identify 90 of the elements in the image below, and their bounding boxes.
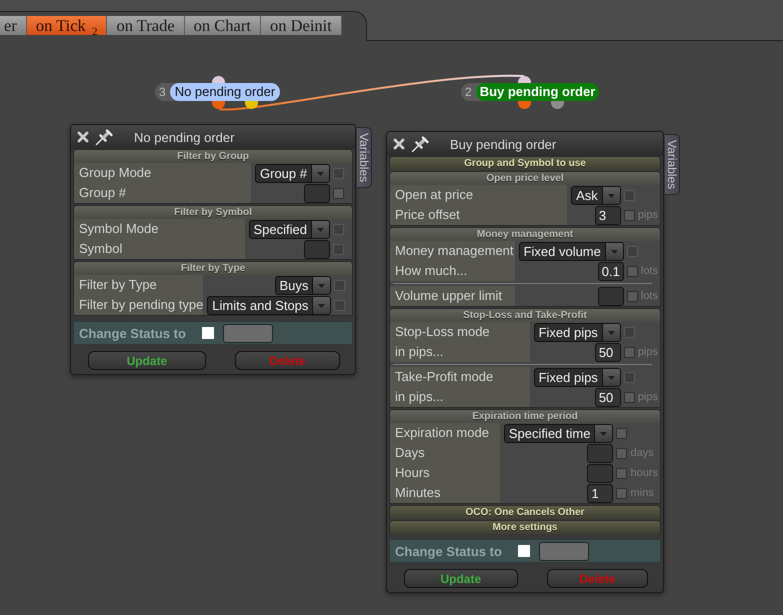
checkbox[interactable] [624, 346, 635, 358]
field-label: Minutes [390, 483, 500, 503]
dropdown[interactable]: Fixed pips [534, 368, 621, 386]
field-label: How much... [390, 261, 515, 281]
section-header[interactable]: Filter by Type [74, 262, 352, 275]
field-label: Hours [390, 463, 500, 483]
side-tab[interactable]: Variables [357, 127, 372, 188]
field-label: Volume upper limit [390, 286, 515, 306]
panel-title: No pending order [134, 130, 234, 144]
field-label: Symbol [74, 239, 245, 259]
dropdown[interactable]: Group # [255, 164, 330, 182]
checkbox[interactable] [624, 210, 635, 220]
field-label: Filter by pending type [74, 295, 204, 315]
panel-title: Buy pending order [450, 136, 556, 152]
tab[interactable]: on Chart [184, 16, 261, 35]
input-field[interactable] [304, 184, 330, 202]
section-header[interactable]: Expiration time period [390, 410, 660, 423]
input-field[interactable] [304, 240, 330, 258]
dropdown[interactable]: Ask [571, 186, 621, 204]
field-label: Group # [74, 183, 252, 203]
dropdown[interactable]: Specified [248, 220, 330, 238]
dropdown[interactable]: Limits and Stops [207, 296, 332, 314]
field-label: Price offset [390, 205, 568, 225]
caret-icon [602, 368, 620, 386]
caret-icon [311, 164, 329, 182]
section-header[interactable]: Filter by Group [74, 150, 352, 163]
caret-icon [602, 324, 620, 340]
field-label: Expiration mode [390, 423, 500, 443]
caret-icon [311, 220, 329, 238]
pin-icon[interactable] [95, 129, 113, 145]
input-field[interactable]: 3 [594, 206, 621, 224]
section-header[interactable]: Stop-Loss and Take-Profit [390, 309, 660, 322]
status-field[interactable] [538, 542, 589, 560]
field-label: Days [390, 443, 500, 463]
node-block[interactable]: Buy pending order [476, 83, 600, 101]
dropdown[interactable]: Specified time [504, 424, 614, 442]
checkbox[interactable] [333, 188, 344, 198]
field-label: Money management [390, 241, 515, 261]
side-tab[interactable]: Variables [665, 134, 680, 195]
field-label: in pips... [390, 387, 530, 407]
field-label: Symbol Mode [74, 219, 245, 239]
status-checkbox[interactable] [202, 327, 214, 339]
input-field[interactable] [587, 464, 614, 482]
caret-icon [604, 242, 623, 260]
checkbox[interactable] [626, 266, 638, 276]
field-label: Stop-Loss mode [390, 322, 530, 342]
caret-icon [602, 186, 620, 204]
status-label: Change Status to [395, 544, 502, 558]
update-button[interactable]: Update [404, 569, 518, 588]
section-header[interactable]: OCO: One Cancels Other [390, 506, 660, 519]
checkbox[interactable] [626, 290, 638, 302]
checkbox[interactable] [616, 468, 628, 478]
caret-icon [312, 296, 330, 314]
status-label: Change Status to [79, 326, 186, 340]
field-label: Group Mode [74, 163, 252, 183]
checkbox[interactable] [616, 488, 628, 498]
pin-icon[interactable] [411, 136, 429, 152]
section-header[interactable]: More settings [390, 521, 660, 534]
tab[interactable]: on Deinit [260, 16, 342, 35]
tab[interactable]: on Trade [107, 16, 185, 35]
input-field[interactable]: 50 [594, 388, 621, 406]
dropdown[interactable]: Buys [274, 276, 332, 294]
checkbox[interactable] [616, 428, 628, 438]
caret-icon [312, 276, 330, 294]
field-label: Open at price [390, 185, 568, 205]
caret-icon [594, 424, 612, 442]
tab[interactable]: er [0, 16, 27, 35]
section-header[interactable]: Open price level [390, 172, 660, 185]
close-icon[interactable] [77, 131, 89, 143]
section-header[interactable]: Filter by Symbol [74, 206, 352, 219]
input-field[interactable] [598, 286, 624, 306]
input-field[interactable] [587, 444, 614, 462]
node-block[interactable]: No pending order [170, 83, 280, 101]
update-button[interactable]: Update [88, 351, 206, 370]
status-checkbox[interactable] [518, 545, 530, 557]
status-field[interactable] [222, 324, 273, 342]
section-header[interactable]: Money management [390, 228, 660, 241]
field-label: in pips... [390, 342, 530, 362]
input-field[interactable]: 1 [587, 484, 614, 502]
tab[interactable]: on Tick $_{2}$ [26, 16, 108, 35]
checkbox[interactable] [624, 392, 635, 402]
input-field[interactable]: 0.1 [598, 262, 624, 280]
section-header[interactable]: Group and Symbol to use [390, 157, 660, 170]
field-label: Take-Profit mode [390, 367, 530, 387]
dropdown[interactable]: Fixed pips [534, 322, 621, 342]
input-field[interactable]: 50 [594, 342, 621, 362]
field-label: Filter by Type [74, 275, 204, 295]
close-icon[interactable] [393, 138, 405, 150]
checkbox[interactable] [616, 448, 628, 458]
dropdown[interactable]: Fixed volume [518, 242, 624, 260]
